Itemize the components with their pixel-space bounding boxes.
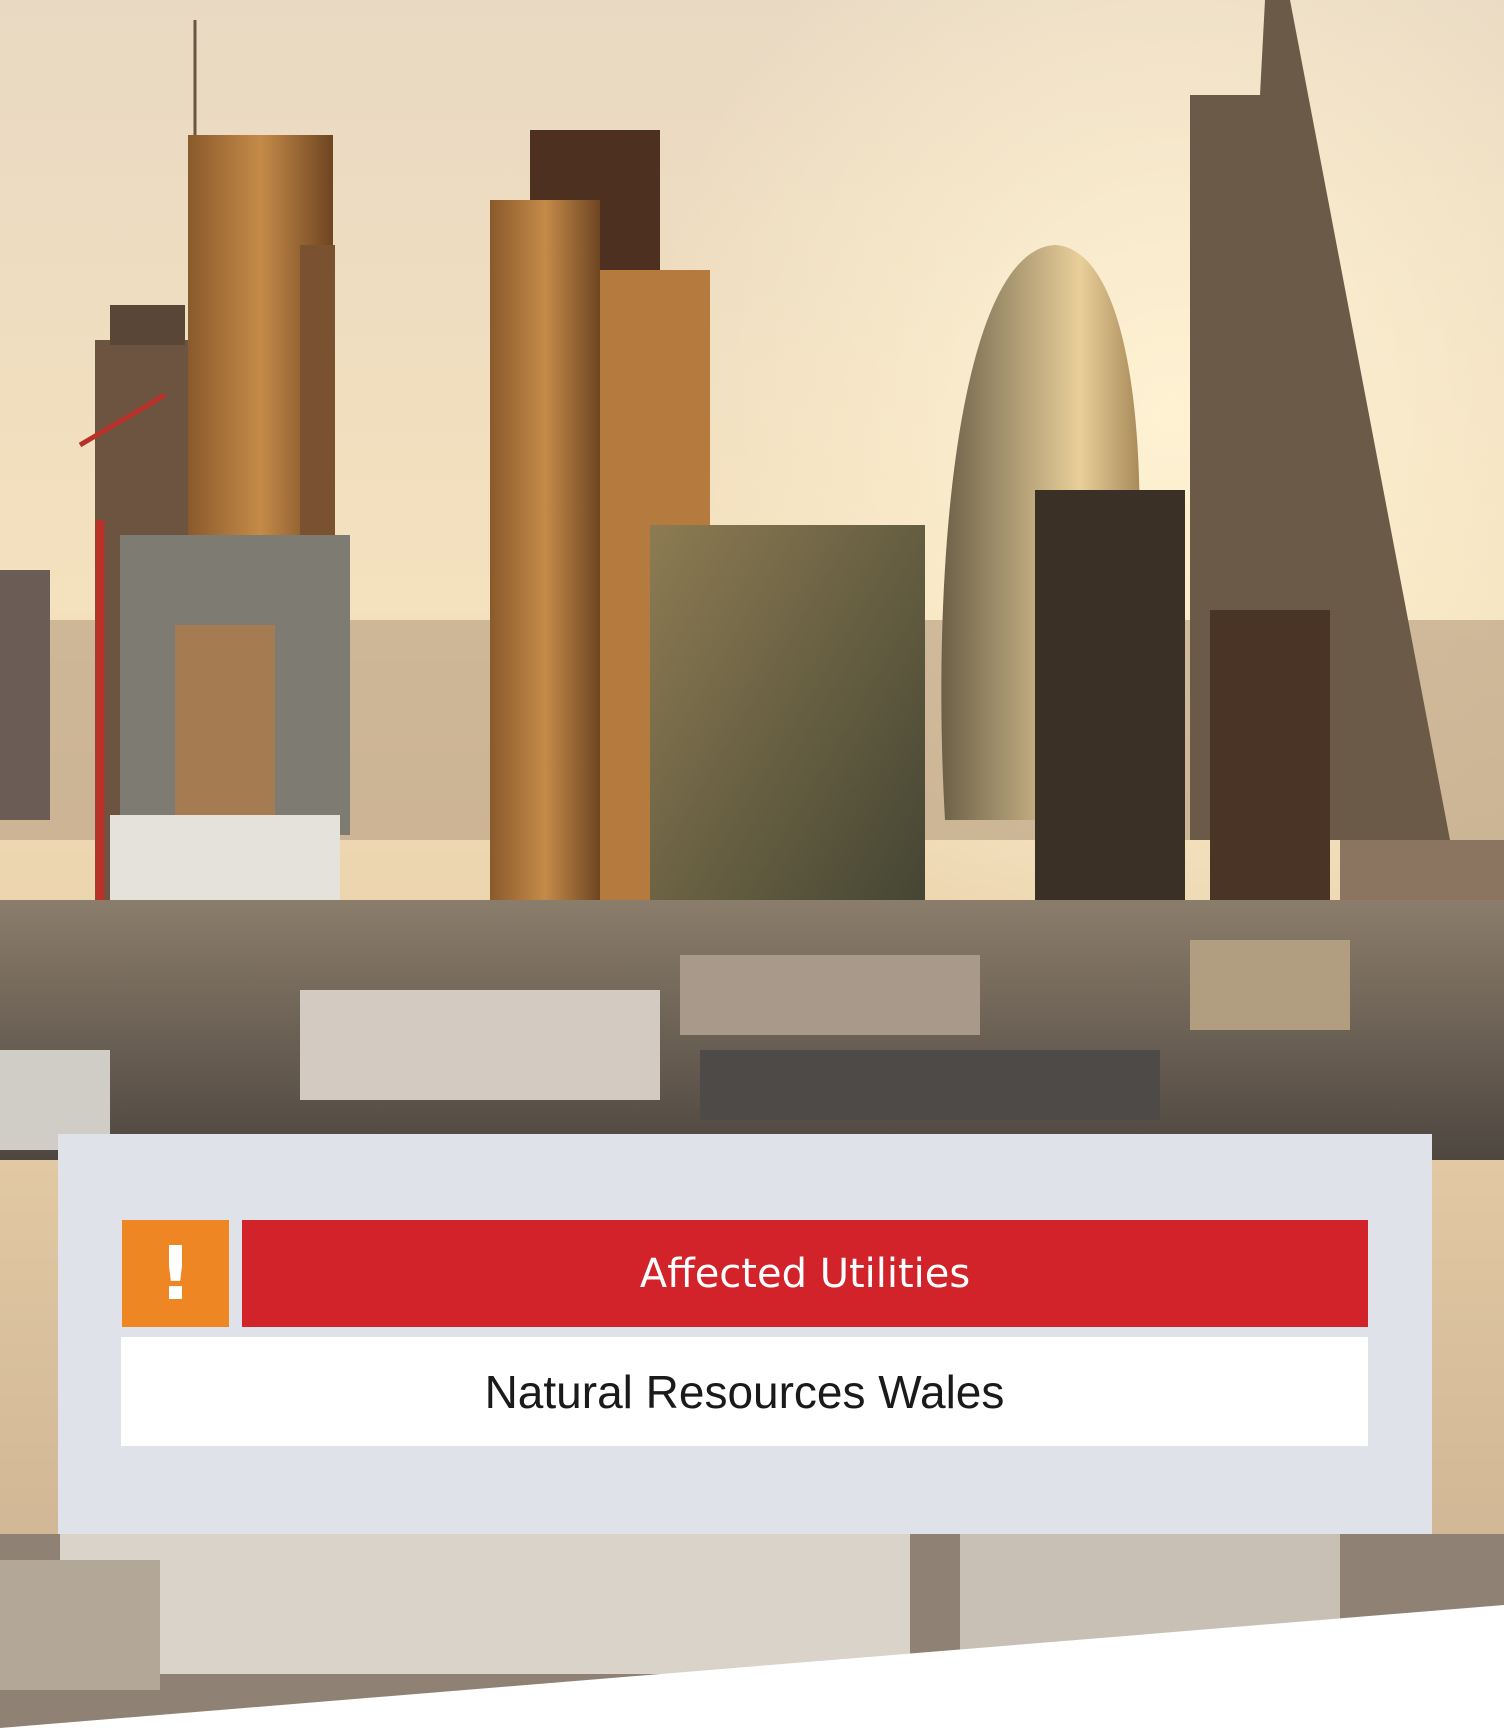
panel-header: Affected Utilities <box>242 1220 1368 1327</box>
utility-name: Natural Resources Wales <box>484 1365 1005 1418</box>
panel-title: Affected Utilities <box>639 1250 971 1297</box>
exclamation-icon: ! <box>122 1220 229 1327</box>
affected-utilities-panel: ! Affected Utilities Natural Resources W… <box>58 1134 1432 1534</box>
exclamation-glyph: ! <box>158 1230 193 1317</box>
panel-body: Natural Resources Wales <box>121 1337 1368 1446</box>
